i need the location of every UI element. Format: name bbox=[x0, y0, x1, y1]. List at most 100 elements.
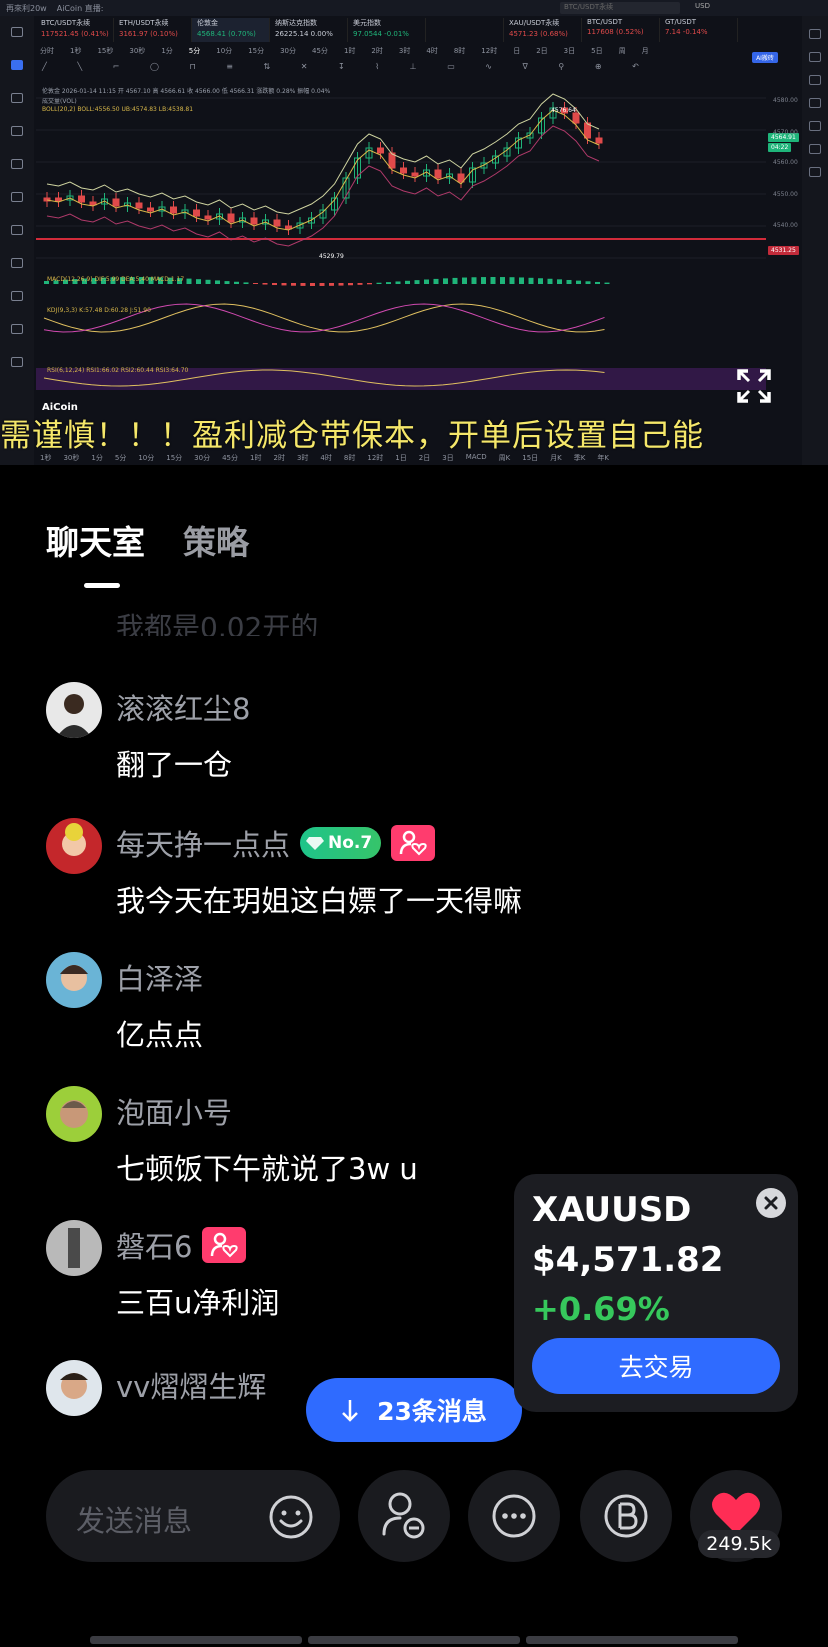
chat-username[interactable]: 白泽泽 bbox=[116, 956, 203, 998]
right-tool-icon bbox=[809, 52, 821, 62]
timeframe-option[interactable]: 1日 bbox=[395, 453, 406, 463]
timeframe-option[interactable]: 2时 bbox=[273, 453, 284, 463]
ticker-item: BTC/USDT 117608 (0.52%) bbox=[582, 18, 660, 42]
macd-bar bbox=[471, 277, 477, 284]
macd-bar bbox=[348, 283, 353, 286]
candle-body bbox=[193, 209, 200, 217]
timeframe-option[interactable]: 30秒 bbox=[63, 453, 79, 463]
timeframe-option[interactable]: 1分 bbox=[161, 46, 172, 58]
timeframe-option[interactable]: 45分 bbox=[222, 453, 238, 463]
user-avatar[interactable] bbox=[46, 1360, 102, 1416]
emoji-icon[interactable] bbox=[268, 1494, 314, 1540]
timeframe-option[interactable]: 5日 bbox=[591, 46, 602, 58]
ticker-item: 伦敦金 4568.41 (0.70%) bbox=[192, 18, 270, 42]
high-label: 4576.64 bbox=[551, 107, 576, 114]
macd-bar bbox=[357, 283, 363, 285]
timeframe-option[interactable]: 8时 bbox=[454, 46, 465, 58]
timeframe-option[interactable]: 1时 bbox=[344, 46, 355, 58]
candlestick-chart bbox=[36, 93, 766, 390]
fullscreen-icon[interactable] bbox=[736, 368, 772, 404]
macd-bar bbox=[243, 282, 249, 284]
timeframe-option[interactable]: 30秒 bbox=[129, 46, 145, 58]
new-messages-label: 23条消息 bbox=[377, 1397, 487, 1426]
timeframe-option[interactable]: 月 bbox=[642, 46, 649, 58]
timeframe-option[interactable]: 10分 bbox=[216, 46, 232, 58]
macd-bar bbox=[196, 279, 201, 284]
timeframe-option[interactable]: 月K bbox=[550, 453, 562, 463]
timeframe-option[interactable]: 5分 bbox=[189, 46, 200, 58]
timeframe-option[interactable]: 周 bbox=[619, 46, 626, 58]
timeframe-option[interactable]: 4时 bbox=[320, 453, 331, 463]
timeframe-option[interactable]: 5分 bbox=[115, 453, 126, 463]
tab-strategy[interactable]: 策略 bbox=[183, 516, 249, 564]
macd-bar bbox=[310, 283, 315, 286]
coin-button[interactable] bbox=[580, 1470, 672, 1562]
timeframe-option[interactable]: 30分 bbox=[280, 46, 296, 58]
timeframe-option[interactable]: 15日 bbox=[522, 453, 538, 463]
candle-body bbox=[250, 217, 258, 225]
timeframe-option[interactable]: 4时 bbox=[426, 46, 437, 58]
chat-username[interactable]: 滚滚红尘8 bbox=[116, 686, 250, 728]
timeframe-option[interactable]: 1时 bbox=[250, 453, 261, 463]
timeframe-option[interactable]: 15分 bbox=[248, 46, 264, 58]
chat-username[interactable]: 磐石6 bbox=[116, 1224, 247, 1266]
user-avatar[interactable] bbox=[46, 682, 102, 738]
ticker-item: BTC/USDT永续 117521.45 (0.41%) bbox=[36, 18, 114, 42]
timeframe-option[interactable]: 12时 bbox=[367, 453, 383, 463]
timeframe-option[interactable]: 12时 bbox=[481, 46, 497, 58]
home-indicator bbox=[90, 1636, 738, 1644]
timeframe-option[interactable]: 45分 bbox=[312, 46, 328, 58]
timeframe-option[interactable]: 3时 bbox=[297, 453, 308, 463]
timeframe-option[interactable]: 2日 bbox=[419, 453, 430, 463]
timeframe-option[interactable]: 1分 bbox=[91, 453, 102, 463]
user-avatar[interactable] bbox=[46, 1220, 102, 1276]
timeframe-bar: 分时 1秒 15秒 30秒 1分 5分 10分 15分 30分 45分 1时 2时 3时 4时 8时 12时 日… bbox=[36, 46, 796, 58]
timeframe-option[interactable]: 1秒 bbox=[70, 46, 81, 58]
arrow-down-icon bbox=[342, 1400, 358, 1422]
macd-bar bbox=[547, 278, 553, 284]
timeframe-option[interactable]: 3日 bbox=[442, 453, 453, 463]
user-avatar[interactable] bbox=[46, 952, 102, 1008]
chat-username[interactable]: vv熠熠生辉 bbox=[116, 1364, 266, 1406]
chat-username[interactable]: 泡面小号 bbox=[116, 1090, 232, 1132]
candle-body bbox=[377, 147, 384, 154]
timeframe-option[interactable]: 周K bbox=[499, 453, 511, 463]
timeframe-option[interactable]: 15分 bbox=[166, 453, 182, 463]
macd-bar bbox=[424, 279, 429, 284]
live-stream-video[interactable]: 再來利20w AiCoin 直播: BTC/USDT永续 USD BTC/USD… bbox=[0, 0, 828, 465]
new-messages-button[interactable]: 23条消息 bbox=[306, 1378, 522, 1442]
timeframe-option[interactable]: 15秒 bbox=[97, 46, 113, 58]
timeframe-option[interactable]: 10分 bbox=[138, 453, 154, 463]
message-input[interactable]: 发送消息 bbox=[46, 1470, 340, 1562]
more-button[interactable] bbox=[468, 1470, 560, 1562]
timeframe-option[interactable]: 3日 bbox=[564, 46, 575, 58]
app-title-bar: 再來利20w AiCoin 直播: BTC/USDT永续 USD bbox=[0, 0, 828, 16]
macd-bar bbox=[576, 280, 581, 284]
timeframe-option[interactable]: 年K bbox=[597, 453, 609, 463]
timeframe-option[interactable]: 8时 bbox=[344, 453, 355, 463]
timeframe-option[interactable]: 1秒 bbox=[40, 453, 51, 463]
timeframe-option[interactable]: 2日 bbox=[536, 46, 547, 58]
trade-button[interactable]: 去交易 bbox=[532, 1338, 780, 1394]
chat-username[interactable]: 每天挣一点点 No.7 bbox=[116, 822, 436, 864]
tab-chatroom[interactable]: 聊天室 bbox=[46, 516, 145, 564]
axis-label: 4570.00 bbox=[773, 129, 798, 136]
user-avatar[interactable] bbox=[46, 1086, 102, 1142]
user-remove-button[interactable] bbox=[358, 1470, 450, 1562]
timeframe-option[interactable]: 季K bbox=[574, 453, 586, 463]
timeframe-option[interactable]: 日 bbox=[513, 46, 520, 58]
timeframe-option[interactable]: 3时 bbox=[399, 46, 410, 58]
right-tool-icon bbox=[809, 167, 821, 177]
right-tool-icon bbox=[809, 29, 821, 39]
right-tool-icon bbox=[809, 121, 821, 131]
timeframe-option[interactable]: 分时 bbox=[40, 46, 54, 58]
macd-bar bbox=[338, 283, 344, 286]
timeframe-option[interactable]: 30分 bbox=[194, 453, 210, 463]
close-icon[interactable] bbox=[756, 1188, 786, 1218]
timeframe-option[interactable]: MACD bbox=[466, 453, 487, 463]
like-count: 249.5k bbox=[698, 1530, 780, 1558]
diamond-icon bbox=[306, 837, 325, 850]
timeframe-option[interactable]: 2时 bbox=[371, 46, 382, 58]
user-avatar[interactable] bbox=[46, 818, 102, 874]
ticker-item: GT/USDT 7.14 -0.14% bbox=[660, 18, 738, 42]
